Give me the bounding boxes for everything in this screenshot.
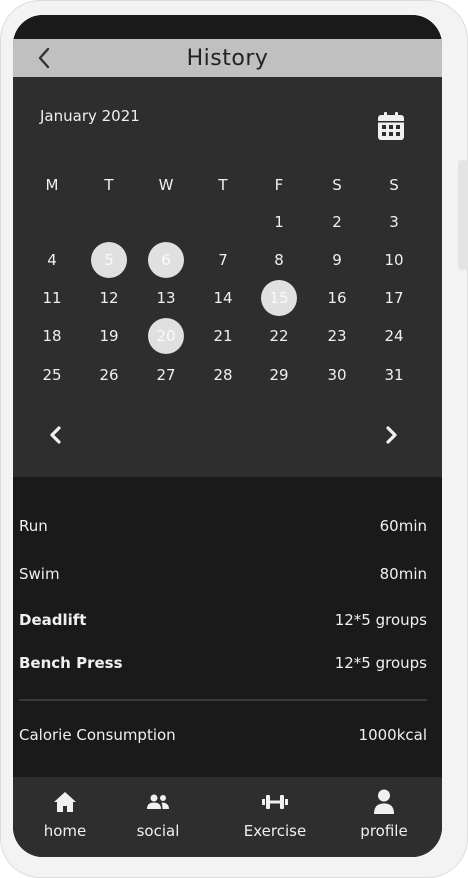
history-item-deadlift: Deadlift 12*5 groups xyxy=(19,611,427,629)
calendar-day[interactable]: 13 xyxy=(148,280,184,316)
calendar-day[interactable]: 18 xyxy=(34,318,70,354)
calendar-day[interactable]: 20 xyxy=(148,318,184,354)
calendar-day[interactable]: 14 xyxy=(205,280,241,316)
calendar-day[interactable]: 29 xyxy=(261,357,297,393)
people-icon xyxy=(147,794,169,809)
tab-label: Exercise xyxy=(243,822,307,840)
calorie-summary: Calorie Consumption 1000kcal xyxy=(19,726,427,744)
weekday-label: T xyxy=(218,176,228,194)
calendar-day[interactable]: 17 xyxy=(376,280,412,316)
month-label: January 2021 xyxy=(40,107,140,125)
weekday-label: W xyxy=(158,176,174,194)
weekday-label: S xyxy=(389,176,399,194)
calendar-day[interactable]: 3 xyxy=(376,204,412,240)
calendar-day[interactable]: 19 xyxy=(91,318,127,354)
calendar-day[interactable]: 10 xyxy=(376,242,412,278)
calendar-day[interactable]: 25 xyxy=(34,357,70,393)
calendar-day[interactable]: 6 xyxy=(148,242,184,278)
tab-exercise[interactable]: Exercise xyxy=(230,789,320,840)
calendar-day[interactable]: 12 xyxy=(91,280,127,316)
calendar-day[interactable]: 31 xyxy=(376,357,412,393)
tab-label: home xyxy=(43,822,87,840)
item-name: Run xyxy=(19,517,48,535)
calendar-day[interactable]: 11 xyxy=(34,280,70,316)
item-name: Deadlift xyxy=(19,611,87,629)
calendar-day[interactable]: 4 xyxy=(34,242,70,278)
tab-profile[interactable]: profile xyxy=(339,789,429,840)
calendar-day[interactable]: 23 xyxy=(319,318,355,354)
scrollbar[interactable] xyxy=(458,160,468,270)
chevron-left-icon xyxy=(50,426,61,444)
calendar-day[interactable]: 24 xyxy=(376,318,412,354)
divider xyxy=(19,699,427,701)
tab-social[interactable]: social xyxy=(113,789,203,840)
prev-month-button[interactable] xyxy=(46,425,66,445)
calendar-icon[interactable] xyxy=(377,111,405,141)
calendar-day[interactable]: 15 xyxy=(261,280,297,316)
weekday-label: F xyxy=(274,176,284,194)
chevron-right-icon xyxy=(386,426,397,444)
tab-home[interactable]: home xyxy=(20,789,110,840)
calendar-day[interactable]: 1 xyxy=(261,204,297,240)
calendar-day[interactable]: 21 xyxy=(205,318,241,354)
page-title: History xyxy=(186,45,269,71)
calendar-day[interactable]: 30 xyxy=(319,357,355,393)
calendar-day[interactable]: 27 xyxy=(148,357,184,393)
calendar-day[interactable]: 26 xyxy=(91,357,127,393)
item-value: 80min xyxy=(379,565,427,583)
summary-label: Calorie Consumption xyxy=(19,726,176,744)
back-button[interactable] xyxy=(33,45,57,71)
dumbbell-icon xyxy=(262,795,288,809)
calendar-day[interactable]: 16 xyxy=(319,280,355,316)
item-name: Bench Press xyxy=(19,654,123,672)
history-item-swim: Swim 80min xyxy=(19,565,427,583)
calendar-day[interactable]: 8 xyxy=(261,242,297,278)
tab-label: profile xyxy=(360,822,408,840)
calendar-day[interactable]: 7 xyxy=(205,242,241,278)
item-value: 12*5 groups xyxy=(334,611,427,629)
summary-value: 1000kcal xyxy=(358,726,427,744)
tab-label: social xyxy=(136,822,180,840)
item-value: 12*5 groups xyxy=(334,654,427,672)
person-icon xyxy=(374,789,394,814)
item-name: Swim xyxy=(19,565,60,583)
calendar-day[interactable]: 2 xyxy=(319,204,355,240)
item-value: 60min xyxy=(379,517,427,535)
history-list: Run 60min Swim 80min Deadlift 12*5 group… xyxy=(13,477,442,777)
header-bar: History xyxy=(13,39,442,77)
home-icon xyxy=(54,792,76,812)
weekday-label: S xyxy=(332,176,342,194)
history-item-run: Run 60min xyxy=(19,517,427,535)
calendar-day[interactable]: 28 xyxy=(205,357,241,393)
chevron-left-icon xyxy=(38,47,50,69)
calendar-day[interactable]: 22 xyxy=(261,318,297,354)
weekday-label: T xyxy=(104,176,114,194)
calendar: January 2021 MTWTFSS 1 2 3 4 5 6 7 8 9 10 11 12 13 14… xyxy=(13,77,442,477)
next-month-button[interactable] xyxy=(381,425,401,445)
bottom-tab-bar: home social Exercise profile xyxy=(13,777,442,857)
history-item-bench-press: Bench Press 12*5 groups xyxy=(19,654,427,672)
calendar-day[interactable]: 5 xyxy=(91,242,127,278)
calendar-day[interactable]: 9 xyxy=(319,242,355,278)
status-bar xyxy=(13,15,442,39)
weekday-label: M xyxy=(45,176,59,194)
screen: History January 2021 MTWTFSS 1 2 3 4 5 6 7 8 9 10… xyxy=(13,15,442,857)
